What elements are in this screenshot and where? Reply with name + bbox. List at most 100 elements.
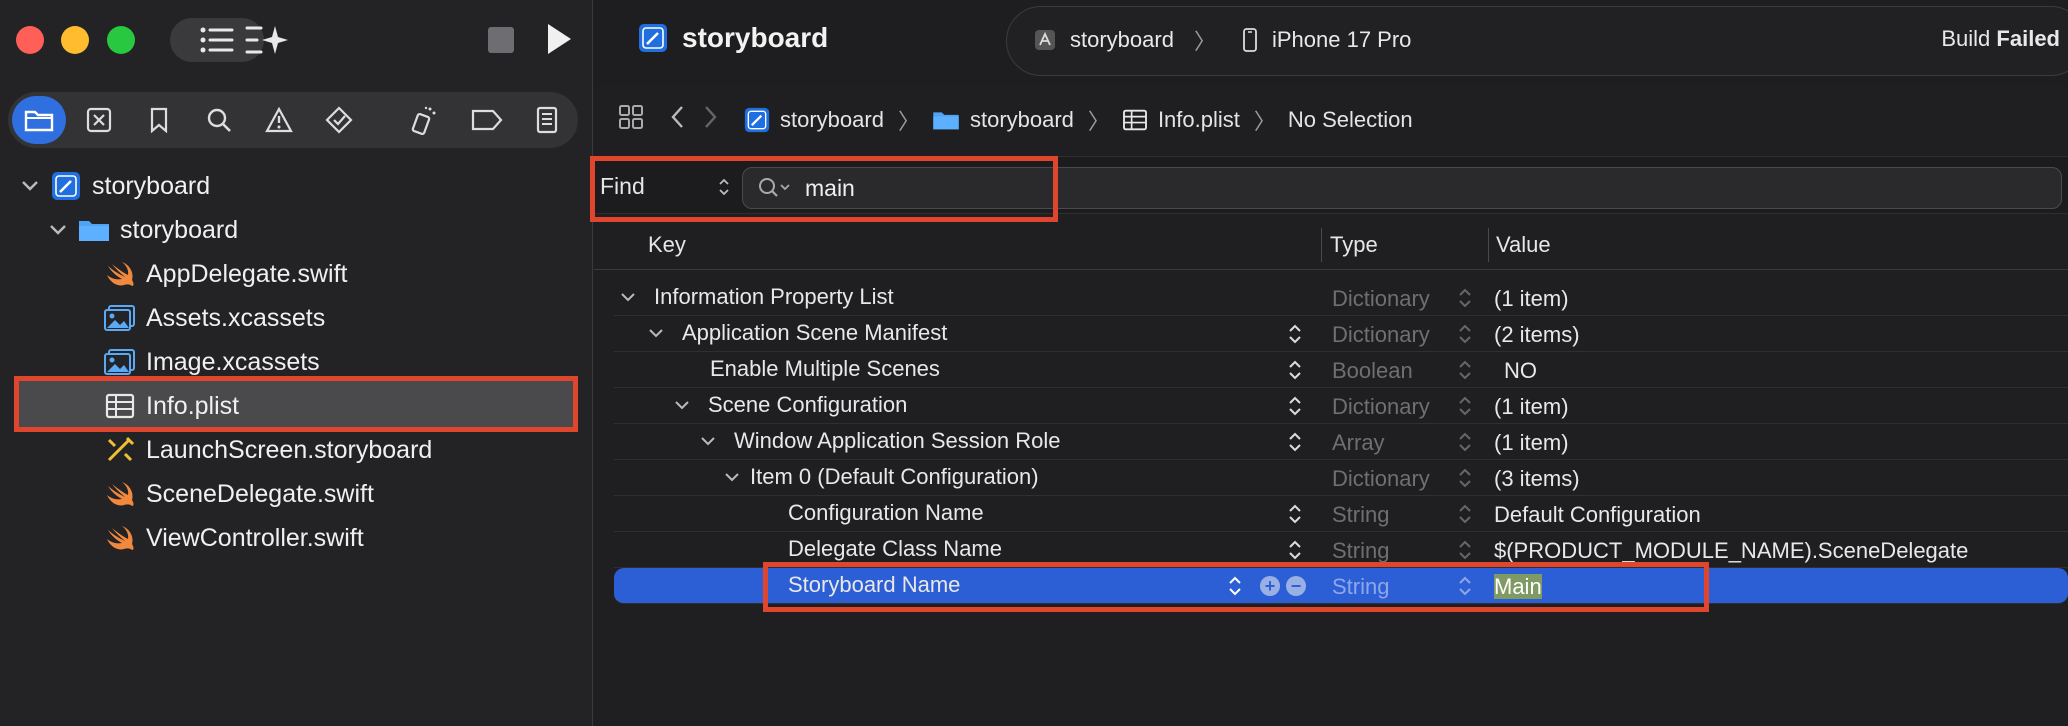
breadcrumb-group[interactable]: storyboard bbox=[932, 107, 1074, 133]
tree-item-label: AppDelegate.swift bbox=[146, 259, 348, 288]
plist-key-label: Information Property List bbox=[654, 284, 894, 309]
plist-row[interactable]: Scene Configuration Dictionary (1 item) bbox=[614, 388, 2068, 424]
search-icon bbox=[207, 108, 231, 132]
coding-assistant-button[interactable] bbox=[244, 20, 290, 60]
updown-chevron-icon[interactable] bbox=[1288, 501, 1302, 527]
updown-chevron-icon[interactable] bbox=[1458, 429, 1472, 455]
plist-row[interactable]: Configuration Name String Default Config… bbox=[614, 496, 2068, 532]
project-icon bbox=[744, 107, 770, 133]
forward-button[interactable] bbox=[704, 105, 718, 135]
column-type-header[interactable]: Type bbox=[1330, 232, 1378, 258]
plist-row[interactable]: Application Scene Manifest Dictionary (2… bbox=[614, 316, 2068, 352]
plist-value-label[interactable]: $(PRODUCT_MODULE_NAME).SceneDelegate bbox=[1494, 538, 1968, 564]
project-icon bbox=[50, 171, 82, 201]
chevron-down-icon[interactable] bbox=[20, 176, 40, 196]
plist-type-label[interactable]: Dictionary bbox=[1332, 286, 1430, 312]
plist-type-label[interactable]: String bbox=[1332, 538, 1389, 564]
breadcrumb-selection[interactable]: No Selection bbox=[1288, 107, 1413, 133]
column-divider[interactable] bbox=[1321, 228, 1322, 262]
column-value-header[interactable]: Value bbox=[1496, 232, 1551, 258]
stop-button[interactable] bbox=[488, 27, 514, 53]
run-destination-label[interactable]: iPhone 17 Pro bbox=[1272, 27, 1411, 53]
chevron-down-icon[interactable] bbox=[700, 436, 720, 446]
storyboard-icon bbox=[104, 435, 136, 465]
tab-source-control[interactable] bbox=[72, 96, 126, 144]
zoom-window-button[interactable] bbox=[107, 26, 135, 54]
chevron-down-icon[interactable] bbox=[620, 292, 640, 302]
updown-chevron-icon[interactable] bbox=[1458, 537, 1472, 563]
tree-item-file[interactable]: ViewController.swift bbox=[104, 518, 364, 558]
plist-row[interactable]: Window Application Session Role Array (1… bbox=[614, 424, 2068, 460]
breakpoint-icon bbox=[471, 109, 503, 131]
updown-chevron-icon[interactable] bbox=[1288, 393, 1302, 419]
back-button[interactable] bbox=[670, 105, 684, 135]
plist-row[interactable]: Enable Multiple Scenes Boolean NO bbox=[614, 352, 2068, 388]
plist-type-label[interactable]: String bbox=[1332, 502, 1389, 528]
tab-bookmarks[interactable] bbox=[132, 96, 186, 144]
updown-chevron-icon[interactable] bbox=[1458, 393, 1472, 419]
chevron-down-icon[interactable] bbox=[648, 328, 668, 338]
tree-item-project[interactable]: storyboard bbox=[20, 166, 210, 206]
plist-key-label: Enable Multiple Scenes bbox=[710, 356, 940, 381]
tree-item-file[interactable]: SceneDelegate.swift bbox=[104, 474, 374, 514]
scheme-selector[interactable]: storyboard 〉 iPhone 17 Pro bbox=[1034, 24, 1411, 56]
updown-chevron-icon[interactable] bbox=[1458, 465, 1472, 491]
updown-chevron-icon[interactable] bbox=[1288, 357, 1302, 383]
updown-chevron-icon[interactable] bbox=[1288, 429, 1302, 455]
plist-value-label: (1 item) bbox=[1494, 286, 1569, 311]
tree-item-group[interactable]: storyboard bbox=[48, 210, 238, 250]
updown-chevron-icon[interactable] bbox=[1288, 321, 1302, 347]
plist-value-label[interactable]: Default Configuration bbox=[1494, 502, 1701, 528]
plist-row[interactable]: Item 0 (Default Configuration) Dictionar… bbox=[614, 460, 2068, 496]
close-window-button[interactable] bbox=[16, 26, 44, 54]
updown-chevron-icon[interactable] bbox=[1458, 357, 1472, 383]
folder-icon bbox=[933, 112, 959, 130]
breadcrumb-project[interactable]: storyboard bbox=[744, 107, 884, 133]
swift-icon bbox=[104, 479, 136, 509]
plist-key-label: Window Application Session Role bbox=[734, 428, 1061, 453]
run-button[interactable] bbox=[545, 22, 573, 56]
plist-value-label[interactable]: NO bbox=[1504, 358, 1537, 384]
updown-chevron-icon[interactable] bbox=[1458, 321, 1472, 347]
column-key-header[interactable]: Key bbox=[648, 232, 686, 258]
tree-item-file[interactable]: LaunchScreen.storyboard bbox=[104, 430, 432, 470]
annotation-highlight-box bbox=[763, 562, 1709, 612]
tab-issues[interactable] bbox=[252, 96, 306, 144]
minimize-window-button[interactable] bbox=[61, 26, 89, 54]
plist-column-header: Key Type Value bbox=[594, 220, 2068, 270]
tab-find[interactable] bbox=[192, 96, 246, 144]
tab-debug[interactable] bbox=[396, 96, 450, 144]
scheme-label[interactable]: storyboard bbox=[1070, 27, 1174, 53]
swift-icon bbox=[104, 523, 136, 553]
plist-key-cell: Delegate Class Name bbox=[788, 536, 1002, 562]
chevron-down-icon[interactable] bbox=[48, 220, 68, 240]
plist-key-cell: Configuration Name bbox=[788, 500, 984, 526]
test-diamond-icon bbox=[325, 106, 353, 134]
tab-tests[interactable] bbox=[312, 96, 366, 144]
plist-type-label[interactable]: Dictionary bbox=[1332, 466, 1430, 492]
debug-spray-icon bbox=[411, 106, 436, 135]
plist-type-label[interactable]: Boolean bbox=[1332, 358, 1413, 384]
plist-type-label[interactable]: Array bbox=[1332, 430, 1385, 456]
tree-item-file[interactable]: Assets.xcassets bbox=[104, 298, 325, 338]
tab-breakpoints[interactable] bbox=[460, 96, 514, 144]
related-items-button[interactable] bbox=[618, 104, 644, 136]
chevron-down-icon[interactable] bbox=[724, 472, 744, 482]
plist-row[interactable]: Information Property List Dictionary (1 … bbox=[614, 280, 2068, 316]
breadcrumb-file[interactable]: Info.plist bbox=[1122, 107, 1240, 133]
updown-chevron-icon[interactable] bbox=[1458, 501, 1472, 527]
updown-chevron-icon[interactable] bbox=[1288, 537, 1302, 563]
tree-item-file[interactable]: AppDelegate.swift bbox=[104, 254, 348, 294]
plist-type-label[interactable]: Dictionary bbox=[1332, 322, 1430, 348]
plist-type-label[interactable]: Dictionary bbox=[1332, 394, 1430, 420]
asset-catalog-icon bbox=[104, 347, 136, 377]
chevron-down-icon[interactable] bbox=[674, 400, 694, 410]
column-divider[interactable] bbox=[1488, 228, 1489, 262]
tab-project-navigator[interactable] bbox=[12, 96, 66, 144]
build-status[interactable]: Build Failed bbox=[1941, 26, 2060, 52]
tab-reports[interactable] bbox=[520, 96, 574, 144]
folder-icon bbox=[78, 215, 110, 245]
updown-chevron-icon[interactable] bbox=[1458, 285, 1472, 311]
plist-key-label: Item 0 (Default Configuration) bbox=[750, 464, 1039, 489]
grid-icon bbox=[619, 105, 643, 129]
